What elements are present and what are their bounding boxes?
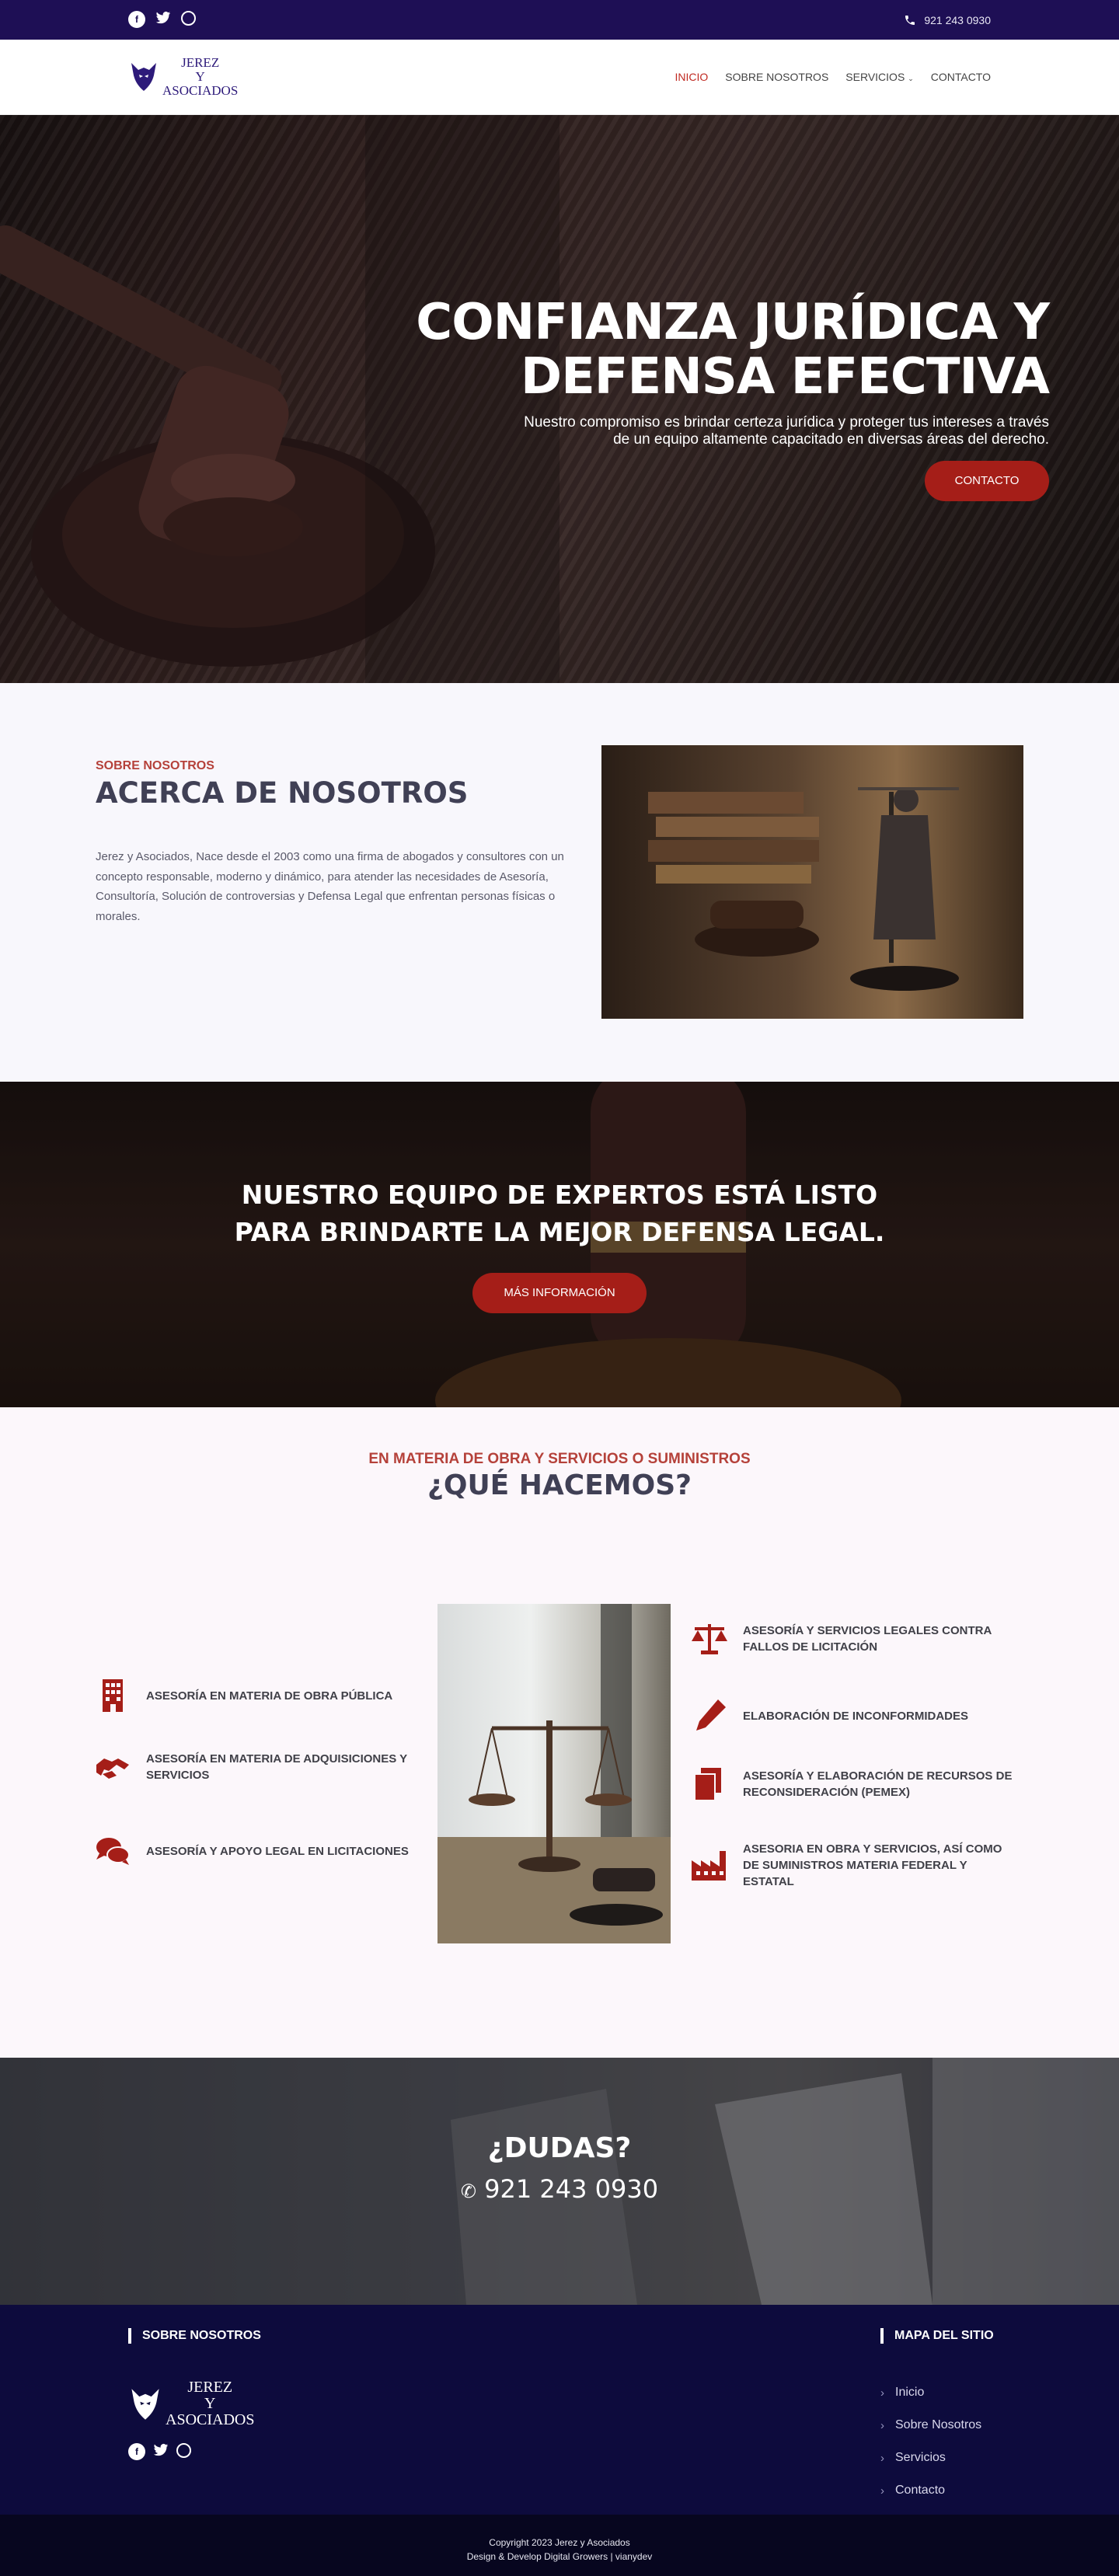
service-label: ASESORÍA Y APOYO LEGAL EN LICITACIONES xyxy=(146,1844,409,1858)
twitter-icon[interactable] xyxy=(153,2443,169,2461)
footer: SOBRE NOSOTROS JEREZ Y ASOCIADOS f MAPA … xyxy=(0,2305,1119,2515)
footer-about-heading: SOBRE NOSOTROS xyxy=(128,2328,261,2344)
service-item: ASESORÍA Y APOYO LEGAL EN LICITACIONES xyxy=(93,1832,420,1870)
more-info-button[interactable]: MÁS INFORMACIÓN xyxy=(472,1273,647,1313)
footer-link-inicio[interactable]: Inicio xyxy=(880,2376,981,2409)
justice-statue-illustration xyxy=(648,787,959,991)
facebook-icon[interactable]: f xyxy=(128,2443,145,2460)
hero-subtitle-line-2: de un equipo altamente capacitado en div… xyxy=(613,430,1049,448)
services-section: EN MATERIA DE OBRA Y SERVICIOS O SUMINIS… xyxy=(0,1407,1119,2058)
footer-logo-line-3: ASOCIADOS xyxy=(166,2411,255,2428)
hero-contact-button[interactable]: CONTACTO xyxy=(925,461,1049,501)
top-phone[interactable]: 921 243 0930 xyxy=(904,14,991,26)
services-eyebrow: EN MATERIA DE OBRA Y SERVICIOS O SUMINIS… xyxy=(368,1451,751,1467)
scales-image xyxy=(437,1604,671,1943)
about-title: ACERCA DE NOSOTROS xyxy=(96,776,469,810)
nav-item-contacto[interactable]: CONTACTO xyxy=(931,71,991,83)
wolf-logo-icon xyxy=(131,63,156,91)
copyright-text: Copyright 2023 Jerez y Asociados xyxy=(489,2537,630,2548)
hero-subtitle-line-1: Nuestro compromiso es brindar certeza ju… xyxy=(524,413,1049,430)
hero-text: CONFIANZA JURÍDICA Y DEFENSA EFECTIVA Nu… xyxy=(350,294,1050,448)
about-section: SOBRE NOSOTROS ACERCA DE NOSOTROS Jerez … xyxy=(0,683,1119,1082)
logo-text: JEREZ Y ASOCIADOS xyxy=(162,56,238,98)
hero-title-line-2: DEFENSA EFECTIVA xyxy=(520,348,1050,406)
service-label: ASESORIA EN OBRA Y SERVICIOS, ASÍ COMO D… xyxy=(743,1842,1002,1888)
service-label: ASESORÍA EN MATERIA DE ADQUISICIONES Y S… xyxy=(146,1752,407,1782)
nav-item-servicios[interactable]: SERVICIOS ⌄ xyxy=(845,71,913,83)
justice-statue-image xyxy=(601,745,1023,1019)
hero-subtitle: Nuestro compromiso es brindar certeza ju… xyxy=(350,414,1049,448)
footer-sitemap-heading: MAPA DEL SITIO xyxy=(880,2328,994,2344)
logo-line-1: JEREZ xyxy=(181,55,220,71)
hero-title-line-1: CONFIANZA JURÍDICA Y xyxy=(416,294,1050,351)
service-label: ASESORÍA Y SERVICIOS LEGALES CONTRA FALL… xyxy=(743,1624,992,1654)
service-item: ASESORÍA EN MATERIA DE OBRA PÚBLICA xyxy=(93,1676,420,1715)
phone-icon xyxy=(905,15,915,25)
top-social: f xyxy=(128,11,196,29)
cta-section: NUESTRO EQUIPO DE EXPERTOS ESTÁ LISTO PA… xyxy=(0,1082,1119,1407)
services-title: ¿QUÉ HACEMOS? xyxy=(427,1469,692,1501)
copy-icon xyxy=(694,1768,721,1801)
nav-item-servicios-label: SERVICIOS xyxy=(845,71,905,83)
cta-title: NUESTRO EQUIPO DE EXPERTOS ESTÁ LISTO PA… xyxy=(0,1176,1119,1251)
credits-text[interactable]: Design & Develop Digital Growers | viany… xyxy=(0,2550,1119,2564)
service-label: ELABORACIÓN DE INCONFORMIDADES xyxy=(743,1709,969,1723)
nav-item-sobre-nosotros[interactable]: SOBRE NOSOTROS xyxy=(725,71,828,83)
cta-title-line-1: NUESTRO EQUIPO DE EXPERTOS ESTÁ LISTO xyxy=(241,1180,878,1210)
pencil-icon xyxy=(696,1699,726,1731)
wolf-logo-icon xyxy=(131,2388,159,2420)
top-bar: f 921 243 0930 xyxy=(0,0,1119,40)
about-body: Jerez y Asociados, Nace desde el 2003 co… xyxy=(96,850,564,923)
service-item: ASESORÍA Y SERVICIOS LEGALES CONTRA FALL… xyxy=(690,1619,1016,1658)
top-phone-number: 921 243 0930 xyxy=(924,13,991,26)
logo-line-2: Y xyxy=(195,69,205,85)
questions-section: ¿DUDAS? ✆ 921 243 0930 xyxy=(0,2058,1119,2305)
bottom-bar: Copyright 2023 Jerez y Asociados Design … xyxy=(0,2515,1119,2576)
footer-link-contacto[interactable]: Contacto xyxy=(880,2474,981,2507)
service-item: ASESORIA EN OBRA Y SERVICIOS, ASÍ COMO D… xyxy=(690,1841,1016,1890)
industry-icon xyxy=(692,1850,726,1881)
scales-illustration xyxy=(437,1604,671,1943)
footer-logo-line-2: Y xyxy=(204,2395,216,2412)
chevron-down-icon: ⌄ xyxy=(908,75,914,82)
questions-phone[interactable]: ✆ 921 243 0930 xyxy=(0,2174,1119,2204)
footer-logo-line-1: JEREZ xyxy=(187,2379,233,2396)
service-label: ASESORÍA EN MATERIA DE OBRA PÚBLICA xyxy=(146,1689,393,1703)
service-label: ASESORÍA Y ELABORACIÓN DE RECURSOS DE RE… xyxy=(743,1769,1013,1799)
page: f 921 243 0930 JEREZ Y ASOCIADOS INICIO … xyxy=(0,0,1119,2576)
main-nav: JEREZ Y ASOCIADOS INICIO SOBRE NOSOTROS … xyxy=(0,40,1119,115)
nav-menu: INICIO SOBRE NOSOTROS SERVICIOS ⌄ CONTAC… xyxy=(675,71,991,83)
footer-logo[interactable]: JEREZ Y ASOCIADOS xyxy=(128,2379,254,2428)
whatsapp-icon[interactable] xyxy=(181,11,196,26)
about-eyebrow: SOBRE NOSOTROS xyxy=(96,759,214,772)
footer-sitemap-list: Inicio Sobre Nosotros Servicios Contacto xyxy=(880,2376,981,2507)
service-item: ASESORÍA EN MATERIA DE ADQUISICIONES Y S… xyxy=(93,1748,420,1786)
footer-logo-text: JEREZ Y ASOCIADOS xyxy=(166,2379,254,2428)
questions-title: ¿DUDAS? xyxy=(487,2132,632,2164)
cta-title-line-2: PARA BRINDARTE LA MEJOR DEFENSA LEGAL. xyxy=(234,1216,885,1247)
twitter-icon[interactable] xyxy=(155,11,171,29)
questions-phone-number: 921 243 0930 xyxy=(484,2174,659,2204)
hero-section: CONFIANZA JURÍDICA Y DEFENSA EFECTIVA Nu… xyxy=(0,115,1119,683)
facebook-icon[interactable]: f xyxy=(128,11,145,28)
logo-line-3: ASOCIADOS xyxy=(162,82,239,98)
comments-icon xyxy=(96,1838,130,1865)
hero-title: CONFIANZA JURÍDICA Y DEFENSA EFECTIVA xyxy=(350,294,1050,406)
phone-icon: ✆ xyxy=(460,2180,476,2202)
handshake-icon xyxy=(96,1759,129,1779)
footer-link-servicios[interactable]: Servicios xyxy=(880,2442,981,2474)
footer-link-sobre-nosotros[interactable]: Sobre Nosotros xyxy=(880,2409,981,2442)
whatsapp-icon[interactable] xyxy=(176,2443,191,2458)
footer-social: f xyxy=(128,2443,191,2461)
scale-icon xyxy=(692,1624,727,1654)
service-item: ELABORACIÓN DE INCONFORMIDADES xyxy=(690,1696,1016,1735)
nav-item-inicio[interactable]: INICIO xyxy=(675,71,708,83)
service-item: ASESORÍA Y ELABORACIÓN DE RECURSOS DE RE… xyxy=(690,1765,1016,1804)
building-icon xyxy=(103,1679,123,1712)
site-logo[interactable]: JEREZ Y ASOCIADOS xyxy=(128,56,238,98)
